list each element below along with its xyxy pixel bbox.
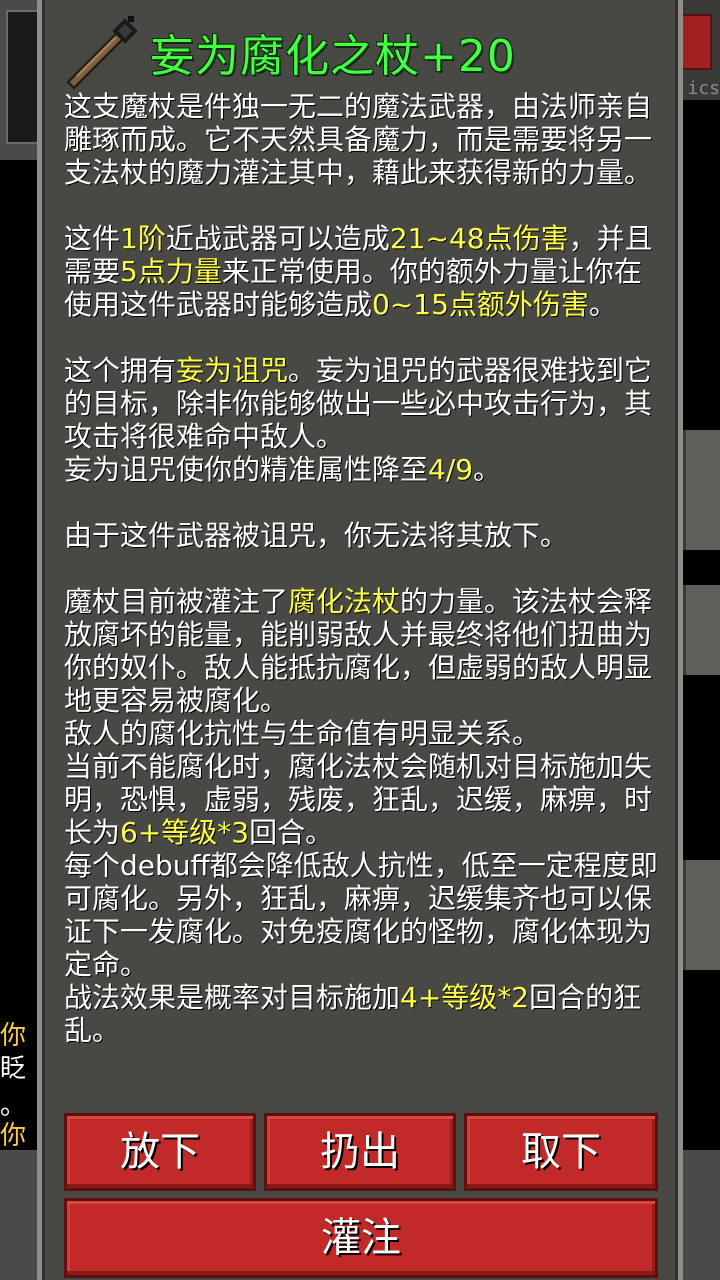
imbue-debuff-note: 每个debuff都会降低敌人抗性，低至一定程度即可腐化。另外，狂乱，麻痹，迟缓集… [64, 849, 658, 981]
accuracy-value: 4/9 [428, 453, 474, 486]
curse-paragraph: 这个拥有妄为诅咒。妄为诅咒的武器很难找到它的目标，除非你能够做出一些必中攻击行为… [64, 354, 653, 453]
curse-name: 妄为诅咒 [176, 354, 289, 387]
right-panel-label: ics [687, 78, 720, 99]
hero-portrait-frame [6, 10, 40, 144]
tier-value: 1阶 [120, 222, 166, 255]
item-header: 妄为腐化之杖+20 [62, 10, 662, 90]
curse-accuracy-line: 妄为诅咒使你的精准属性降至4/9。 [64, 453, 502, 486]
stats-paragraph: 这件1阶近战武器可以造成21~48点伤害，并且需要5点力量来正常使用。你的额外力… [64, 222, 653, 321]
strength-requirement: 5点力量 [120, 255, 222, 288]
journal-icon[interactable] [680, 14, 712, 70]
debuff-duration: 6+等级*3 [120, 816, 250, 849]
bonus-damage-value: 0~15点额外伤害 [372, 288, 589, 321]
battlemage-effect-line: 战法效果是概率对目标施加4+等级*2回合的狂乱。 [64, 981, 642, 1047]
item-info-window: 妄为腐化之杖+20 这支魔杖是件独一无二的魔法武器，由法师亲自雕琢而成。它不天然… [37, 0, 683, 1280]
imbue-paragraph: 魔杖目前被灌注了腐化法杖的力量。该法杖会释放腐坏的能量，能削弱敌人并最终将他们扭… [64, 585, 653, 717]
cursed-note: 由于这件武器被诅咒，你无法将其放下。 [64, 519, 569, 552]
item-description: 这支魔杖是件独一无二的魔法武器，由法师亲自雕琢而成。它不天然具备魔力，而是需要将… [64, 90, 664, 1047]
throw-button[interactable]: 扔出 [264, 1113, 456, 1191]
wand-icon [66, 16, 138, 90]
dungeon-wall [683, 430, 720, 550]
item-title: 妄为腐化之杖+20 [150, 31, 516, 82]
imbue-debuff-line: 当前不能腐化时，腐化法杖会随机对目标施加失明，恐惧，虚弱，残废，狂乱，迟缓，麻痹… [64, 750, 653, 849]
imbue-resistance-line: 敌人的腐化抗性与生命值有明显关系。 [64, 717, 541, 750]
imbue-button[interactable]: 灌注 [64, 1198, 658, 1278]
dungeon-wall [683, 585, 720, 675]
game-log-line: 你 [0, 1021, 27, 1051]
game-log-line: 眨 [0, 1054, 27, 1084]
intro-paragraph: 这支魔杖是件独一无二的魔法武器，由法师亲自雕琢而成。它不天然具备魔力，而是需要将… [64, 90, 653, 189]
damage-value: 21~48点伤害 [389, 222, 569, 255]
drop-button[interactable]: 放下 [64, 1113, 256, 1191]
game-log-line: 你 [0, 1121, 27, 1151]
imbued-wand-name: 腐化法杖 [288, 585, 401, 618]
dungeon-wall [683, 860, 720, 970]
battlemage-duration: 4+等级*2 [400, 981, 530, 1014]
unequip-button[interactable]: 取下 [464, 1113, 658, 1191]
